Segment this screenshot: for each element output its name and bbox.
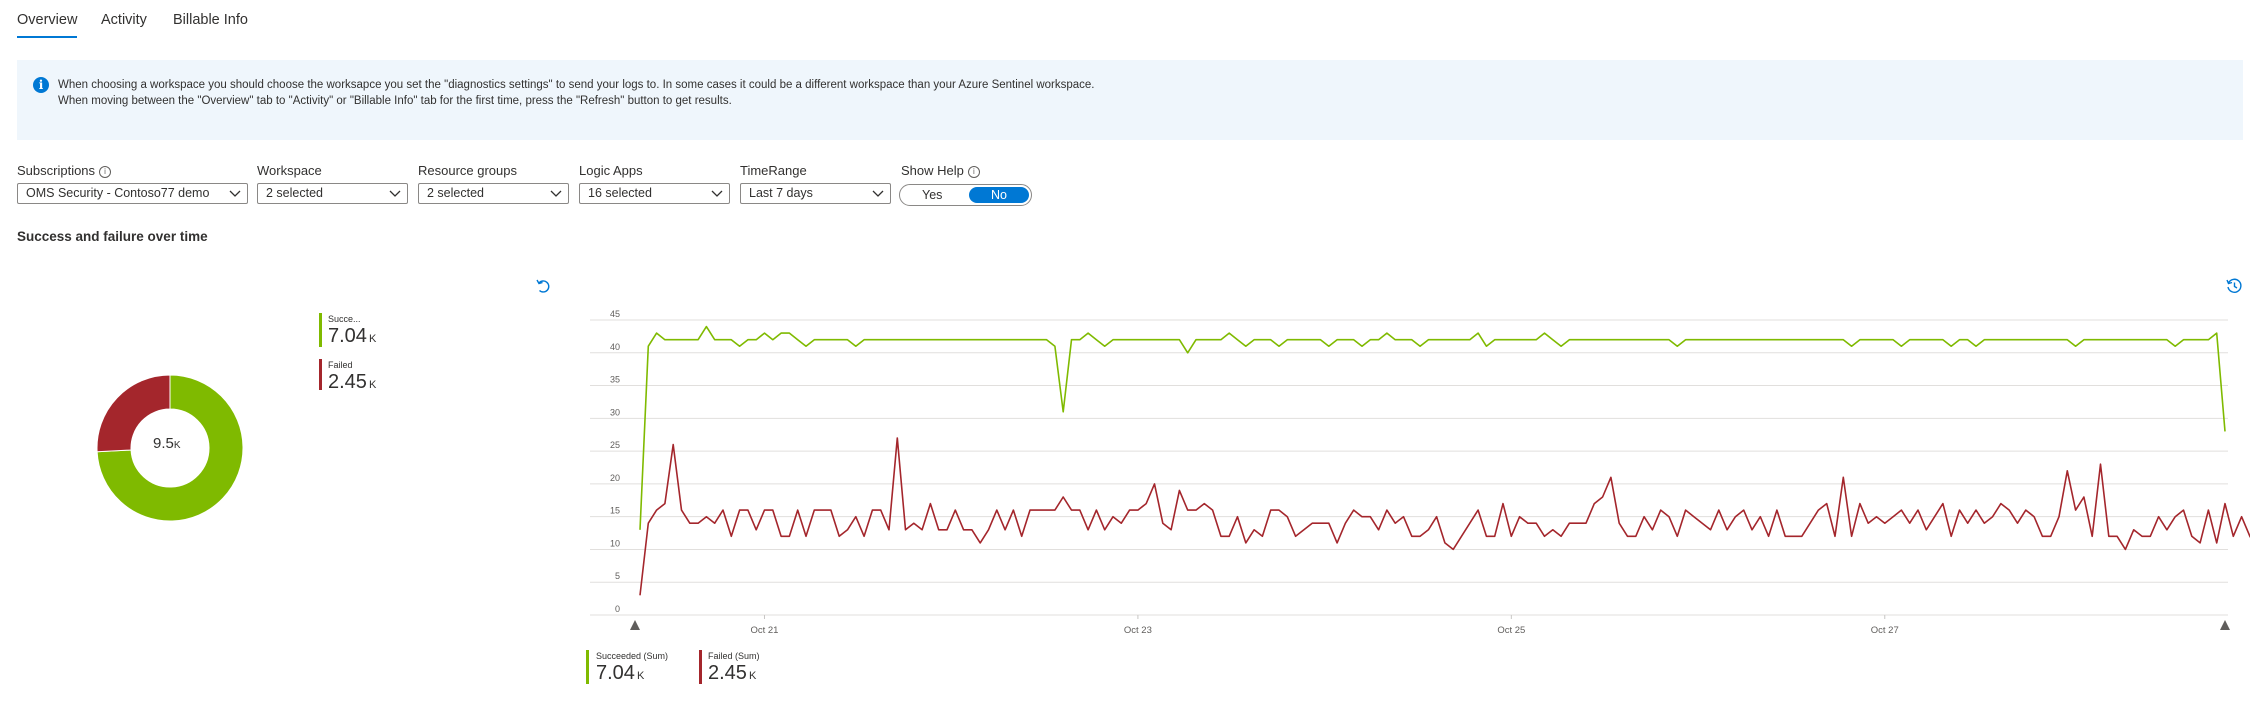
y-tick-label: 35 — [610, 375, 620, 385]
chevron-down-icon — [229, 190, 241, 197]
active-tab-indicator — [17, 36, 77, 38]
y-tick-label: 20 — [610, 473, 620, 483]
help-icon[interactable]: i — [967, 166, 980, 178]
logic-apps-dropdown[interactable]: 16 selected — [579, 183, 730, 204]
workspace-dropdown[interactable]: 2 selected — [257, 183, 408, 204]
legend-color-succeeded — [319, 313, 322, 347]
donut-legend-failed-name: Failed — [328, 360, 353, 370]
chart-legend-succeeded-value: 7.04 K — [596, 662, 645, 684]
donut-legend-succeeded-value: 7.04 K — [328, 325, 377, 347]
donut-legend-succeeded-name: Succe... — [328, 314, 361, 324]
chart-legend-failed-name: Failed (Sum) — [708, 651, 760, 661]
chart-legend-succeeded-name: Succeeded (Sum) — [596, 651, 669, 661]
section-title: Success and failure over time — [17, 229, 208, 244]
donut-legend-failed-value: 2.45 K — [328, 371, 377, 393]
x-tick-label: Oct 21 — [750, 625, 778, 636]
undo-icon[interactable] — [535, 278, 551, 294]
chart-legend-color-succeeded — [586, 650, 589, 684]
subscriptions-dropdown[interactable]: OMS Security - Contoso77 demo — [17, 183, 248, 204]
info-text-line-1: When choosing a workspace you should cho… — [58, 79, 1095, 91]
resource-groups-label: Resource groups — [418, 163, 517, 178]
show-help-label: Show Help i — [901, 163, 980, 178]
x-tick-label: Oct 25 — [1497, 625, 1525, 636]
logic-apps-label: Logic Apps — [579, 163, 643, 178]
show-help-toggle[interactable]: Yes No — [899, 184, 1032, 206]
resource-groups-dropdown[interactable]: 2 selected — [418, 183, 569, 204]
info-text-line-2: When moving between the "Overview" tab t… — [58, 95, 732, 107]
y-tick-label: 5 — [615, 571, 620, 581]
chart-legend-color-failed — [699, 650, 702, 684]
workspace-label: Workspace — [257, 163, 322, 178]
legend-color-failed — [319, 359, 322, 390]
tab-overview[interactable]: Overview — [17, 12, 77, 28]
toggle-yes-option[interactable]: Yes — [922, 188, 942, 202]
subscriptions-label: Subscriptions i — [17, 163, 112, 178]
y-tick-label: 40 — [610, 342, 620, 352]
history-icon[interactable] — [2225, 277, 2243, 295]
y-tick-label: 15 — [610, 506, 620, 516]
line-chart: 0 5 10 15 20 25 30 35 40 45 Oct 21 Oct 23 Oct 25 Oct… — [590, 309, 2250, 636]
range-start-handle[interactable] — [630, 620, 640, 630]
y-tick-label: 10 — [610, 538, 620, 548]
chevron-down-icon — [389, 190, 401, 197]
x-tick-label: Oct 27 — [1871, 625, 1899, 636]
y-tick-label: 45 — [610, 309, 620, 319]
series-line-succeeded-sum — [639, 325, 2226, 530]
tab-billable-info[interactable]: Billable Info — [173, 12, 248, 28]
chevron-down-icon — [711, 190, 723, 197]
tab-activity[interactable]: Activity — [101, 12, 147, 28]
range-end-handle[interactable] — [2220, 620, 2230, 630]
chevron-down-icon — [550, 190, 562, 197]
x-tick-label: Oct 23 — [1124, 625, 1152, 636]
y-tick-label: 25 — [610, 440, 620, 450]
chevron-down-icon — [872, 190, 884, 197]
y-tick-label: 30 — [610, 407, 620, 417]
donut-center-label: 9.5K — [153, 435, 181, 452]
info-icon: i — [33, 77, 49, 93]
chart-legend-failed-value: 2.45 K — [708, 662, 757, 684]
y-tick-label: 0 — [615, 604, 620, 614]
toggle-no-option[interactable]: No — [969, 187, 1029, 203]
time-range-label: TimeRange — [740, 163, 807, 178]
time-range-dropdown[interactable]: Last 7 days — [740, 183, 891, 204]
help-icon[interactable]: i — [99, 166, 112, 178]
